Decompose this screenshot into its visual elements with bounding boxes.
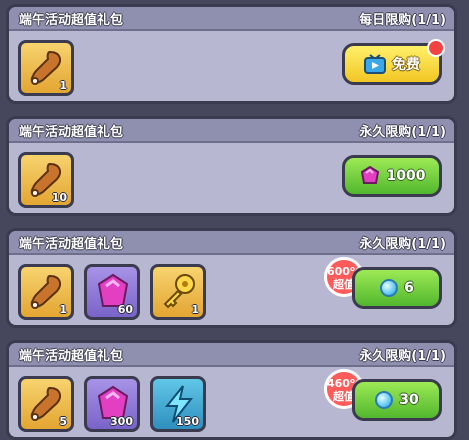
item-quantity: 1 bbox=[59, 303, 67, 316]
reward-item-key[interactable]: 1 bbox=[150, 264, 206, 320]
pack-header: 端午活动超值礼包 每日限购(1/1) bbox=[9, 7, 454, 31]
pack-title: 端午活动超值礼包 bbox=[19, 13, 124, 28]
pack-card-2: 端午活动超值礼包 永久限购(1/1) 10 1000 bbox=[6, 116, 457, 216]
pack-header: 端午活动超值礼包 永久限购(1/1) bbox=[9, 119, 454, 143]
pack-title: 端午活动超值礼包 bbox=[19, 237, 124, 252]
item-quantity: 150 bbox=[176, 415, 199, 428]
notification-dot bbox=[427, 39, 445, 57]
price-label: 6 bbox=[404, 280, 414, 296]
pack-title: 端午活动超值礼包 bbox=[19, 349, 124, 364]
pack-title: 端午活动超值礼包 bbox=[19, 125, 124, 140]
item-quantity: 10 bbox=[51, 191, 67, 204]
free-button-label: 免费 bbox=[392, 57, 420, 73]
item-quantity: 5 bbox=[59, 415, 67, 428]
tv-icon bbox=[364, 54, 386, 74]
reward-item-drumstick[interactable]: 10 bbox=[18, 152, 74, 208]
purchase-limit: 永久限购(1/1) bbox=[359, 125, 446, 140]
pack-card-3: 端午活动超值礼包 永久限购(1/1) 1 60 1 600% 超值 6 bbox=[6, 228, 457, 328]
coin-buy-button[interactable]: 30 bbox=[352, 379, 442, 421]
pack-card-4: 端午活动超值礼包 永久限购(1/1) 5 300 150 460% 超值 30 bbox=[6, 340, 457, 440]
price-label: 30 bbox=[399, 392, 419, 408]
reward-item-gem[interactable]: 60 bbox=[84, 264, 140, 320]
free-claim-button[interactable]: 免费 bbox=[342, 39, 445, 85]
pink-gem-icon bbox=[360, 166, 379, 184]
purchase-limit: 每日限购(1/1) bbox=[359, 13, 446, 28]
item-quantity: 1 bbox=[191, 303, 199, 316]
reward-item-drumstick[interactable]: 5 bbox=[18, 376, 74, 432]
item-quantity: 60 bbox=[117, 303, 133, 316]
coin-icon bbox=[380, 279, 399, 297]
item-quantity: 300 bbox=[110, 415, 133, 428]
reward-item-drumstick[interactable]: 1 bbox=[18, 40, 74, 96]
purchase-limit: 永久限购(1/1) bbox=[359, 237, 446, 252]
purchase-limit: 永久限购(1/1) bbox=[359, 349, 446, 364]
pack-header: 端午活动超值礼包 永久限购(1/1) bbox=[9, 343, 454, 367]
price-label: 1000 bbox=[386, 168, 426, 184]
gem-buy-button[interactable]: 1000 bbox=[342, 155, 442, 197]
pack-card-1: 端午活动超值礼包 每日限购(1/1) 1 免费 bbox=[6, 4, 457, 104]
reward-item-energy[interactable]: 150 bbox=[150, 376, 206, 432]
reward-item-gem[interactable]: 300 bbox=[84, 376, 140, 432]
pack-header: 端午活动超值礼包 永久限购(1/1) bbox=[9, 231, 454, 255]
coin-buy-button[interactable]: 6 bbox=[352, 267, 442, 309]
coin-icon bbox=[375, 391, 394, 409]
reward-item-drumstick[interactable]: 1 bbox=[18, 264, 74, 320]
item-quantity: 1 bbox=[59, 79, 67, 92]
